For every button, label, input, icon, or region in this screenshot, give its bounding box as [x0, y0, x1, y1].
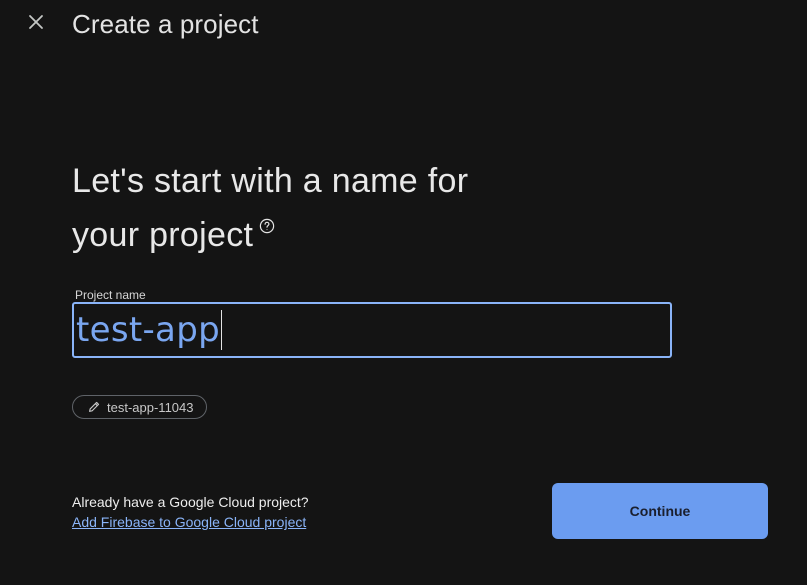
add-firebase-to-cloud-link[interactable]: Add Firebase to Google Cloud project [72, 514, 306, 530]
pencil-icon [87, 400, 101, 414]
help-circle-icon[interactable] [259, 218, 275, 234]
headline-line-2: your project [72, 216, 254, 254]
create-project-page: Create a project Let's start with a name… [0, 0, 807, 585]
close-icon [28, 14, 44, 35]
cloud-project-question: Already have a Google Cloud project? [72, 494, 309, 510]
project-name-input[interactable]: test-app [72, 302, 672, 358]
close-button[interactable] [24, 12, 48, 36]
project-name-label: Project name [75, 288, 146, 302]
continue-button[interactable]: Continue [552, 483, 768, 539]
page-title: Create a project [72, 9, 259, 39]
project-name-value[interactable]: test-app [74, 310, 220, 350]
project-id-chip[interactable]: test-app-11043 [72, 395, 207, 419]
text-caret [220, 310, 222, 350]
project-id-value: test-app-11043 [107, 399, 194, 415]
headline-line-1: Let's start with a name for [72, 162, 469, 200]
headline: Let's start with a name for your project [72, 154, 552, 262]
